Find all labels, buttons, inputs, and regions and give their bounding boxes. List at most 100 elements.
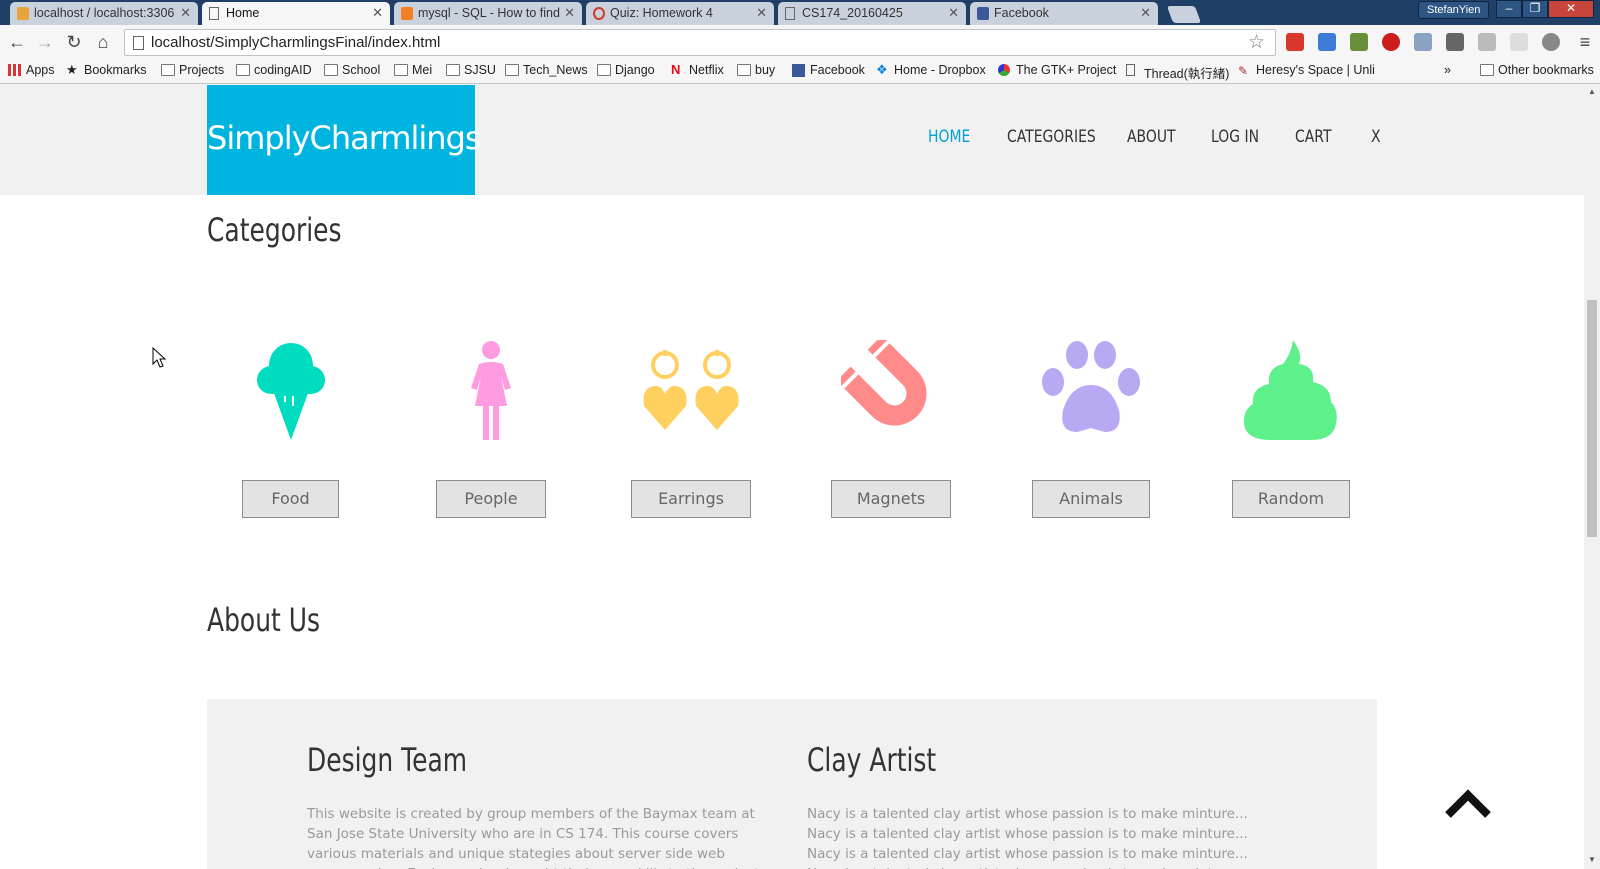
bookmark-folder[interactable]: Django [597, 63, 655, 77]
bookmark-heresy[interactable]: ✎ Heresy's Space | Unlin [1238, 63, 1375, 77]
scroll-up-icon[interactable]: ▲ [1588, 87, 1596, 96]
about-panel: Design Team This website is created by g… [207, 699, 1377, 869]
browser-tab[interactable]: mysql - SQL - How to find ✕ [394, 2, 582, 25]
phpmyadmin-icon [17, 7, 29, 20]
bookmark-folder[interactable]: School [324, 63, 380, 77]
page-icon [785, 7, 795, 20]
browser-tab[interactable]: Facebook ✕ [970, 2, 1158, 25]
nav-categories[interactable]: CATEGORIES [1007, 127, 1096, 147]
gtk-icon [998, 64, 1010, 76]
page-icon [133, 36, 144, 50]
close-tab-icon[interactable]: ✕ [756, 5, 767, 21]
nav-about[interactable]: ABOUT [1127, 127, 1176, 147]
page-icon [1126, 64, 1135, 76]
bookmark-apps[interactable]: Apps [8, 63, 55, 77]
scroll-to-top-chevron-icon[interactable] [1445, 789, 1491, 819]
profile-button[interactable]: StefanYien [1418, 1, 1490, 19]
bookmark-other[interactable]: Other bookmarks [1480, 63, 1594, 77]
bookmarks-bar: Apps ★ Bookmarks Projects codingAID Schoo… [0, 60, 1600, 84]
category-people-button[interactable]: People [436, 480, 546, 518]
address-bar[interactable]: localhost/SimplyCharmlingsFinal/index.ht… [124, 29, 1276, 56]
bookmark-folder[interactable]: Projects [161, 63, 224, 77]
clay-artist-text: Nacy is a talented clay artist whose pas… [807, 806, 1248, 869]
category-magnets-button[interactable]: Magnets [831, 480, 951, 518]
quill-icon: ✎ [1238, 64, 1249, 77]
opera-extension-icon[interactable] [1382, 33, 1400, 51]
bookmark-star-icon[interactable]: ☆ [1248, 31, 1265, 54]
extension-icon[interactable] [1318, 33, 1336, 51]
paw-icon[interactable] [1041, 340, 1141, 440]
maximize-icon[interactable]: ❐ [1522, 0, 1548, 18]
scrollbar-thumb[interactable] [1587, 300, 1597, 537]
about-heading: About Us [207, 601, 321, 639]
tab-strip: localhost / localhost:3306 ✕ Home ✕ mysq… [0, 0, 1600, 25]
folder-icon [446, 64, 460, 76]
bookmark-folder[interactable]: buy [737, 63, 775, 77]
minimize-icon[interactable]: – [1496, 0, 1522, 18]
new-tab-button[interactable] [1166, 6, 1202, 23]
bookmark-gtk[interactable]: The GTK+ Project [998, 63, 1116, 77]
category-food-button[interactable]: Food [242, 480, 339, 518]
site-logo[interactable]: SimplyCharmlings [207, 85, 482, 195]
bookmark-dropbox[interactable]: ❖ Home - Dropbox [876, 62, 986, 77]
close-tab-icon[interactable]: ✕ [1140, 5, 1151, 21]
bookmark-facebook[interactable]: Facebook [792, 63, 865, 77]
design-team-heading: Design Team [307, 741, 468, 779]
extension-icon[interactable] [1510, 33, 1528, 51]
back-arrow-icon[interactable]: ← [6, 31, 28, 53]
canvas-icon [593, 7, 605, 20]
reload-icon[interactable]: ↻ [63, 31, 85, 53]
forward-arrow-icon[interactable]: → [34, 31, 56, 53]
bookmark-netflix[interactable]: N Netflix [671, 62, 724, 77]
swirl-icon[interactable] [1241, 340, 1341, 440]
mouse-cursor-icon [152, 347, 167, 368]
bookmark-folder[interactable]: codingAID [236, 63, 312, 77]
close-tab-icon[interactable]: ✕ [372, 5, 383, 21]
magnet-icon[interactable] [841, 340, 941, 440]
folder-icon [236, 64, 250, 76]
bookmark-folder[interactable]: SJSU [446, 63, 496, 77]
browser-toolbar: ← → ↻ ⌂ localhost/SimplyCharmlingsFinal/… [0, 25, 1600, 60]
extension-icon[interactable] [1446, 33, 1464, 51]
category-earrings-button[interactable]: Earrings [631, 480, 751, 518]
gmail-extension-icon[interactable] [1286, 33, 1304, 51]
menu-icon[interactable]: ≡ [1574, 31, 1596, 53]
bookmark-page[interactable]: Thread(執行緒) [1126, 63, 1229, 82]
folder-icon [505, 64, 519, 76]
extension-icon[interactable] [1350, 33, 1368, 51]
category-random-button[interactable]: Random [1232, 480, 1350, 518]
star-icon: ★ [66, 62, 78, 77]
home-icon[interactable]: ⌂ [92, 31, 114, 53]
bookmark-bookmarks[interactable]: ★ Bookmarks [66, 62, 147, 77]
folder-icon [161, 64, 175, 76]
bookmark-folder[interactable]: Tech_News [505, 63, 588, 77]
folder-icon [394, 64, 408, 76]
close-tab-icon[interactable]: ✕ [564, 5, 575, 21]
browser-tab[interactable]: CS174_20160425 ✕ [778, 2, 966, 25]
stackoverflow-icon [401, 7, 413, 20]
nav-close[interactable]: X [1371, 127, 1381, 147]
ice-cream-icon[interactable] [241, 340, 341, 440]
nav-home[interactable]: HOME [928, 127, 970, 147]
category-animals-button[interactable]: Animals [1032, 480, 1150, 518]
download-extension-icon[interactable] [1414, 33, 1432, 51]
person-icon[interactable] [441, 340, 541, 440]
site-header: SimplyCharmlings HOME CATEGORIES ABOUT L… [0, 85, 1584, 195]
nav-login[interactable]: LOG IN [1211, 127, 1259, 147]
scroll-down-icon[interactable]: ▼ [1588, 855, 1596, 864]
close-tab-icon[interactable]: ✕ [948, 5, 959, 21]
browser-tab[interactable]: Quiz: Homework 4 ✕ [586, 2, 774, 25]
bookmark-folder[interactable]: Mei [394, 63, 432, 77]
browser-tab-active[interactable]: Home ✕ [202, 2, 390, 25]
page-scrollbar[interactable]: ▲ ▼ [1584, 85, 1600, 869]
window-close-icon[interactable]: ✕ [1548, 0, 1594, 18]
bookmarks-overflow-chevron-icon[interactable]: » [1444, 63, 1451, 77]
close-tab-icon[interactable]: ✕ [180, 5, 191, 21]
extension-icon[interactable] [1542, 33, 1560, 51]
nav-cart[interactable]: CART [1295, 127, 1331, 147]
folder-icon [324, 64, 338, 76]
extension-icon[interactable] [1478, 33, 1496, 51]
categories-heading: Categories [207, 211, 342, 249]
browser-tab[interactable]: localhost / localhost:3306 ✕ [10, 2, 198, 25]
heart-earrings-icon[interactable] [641, 340, 741, 440]
